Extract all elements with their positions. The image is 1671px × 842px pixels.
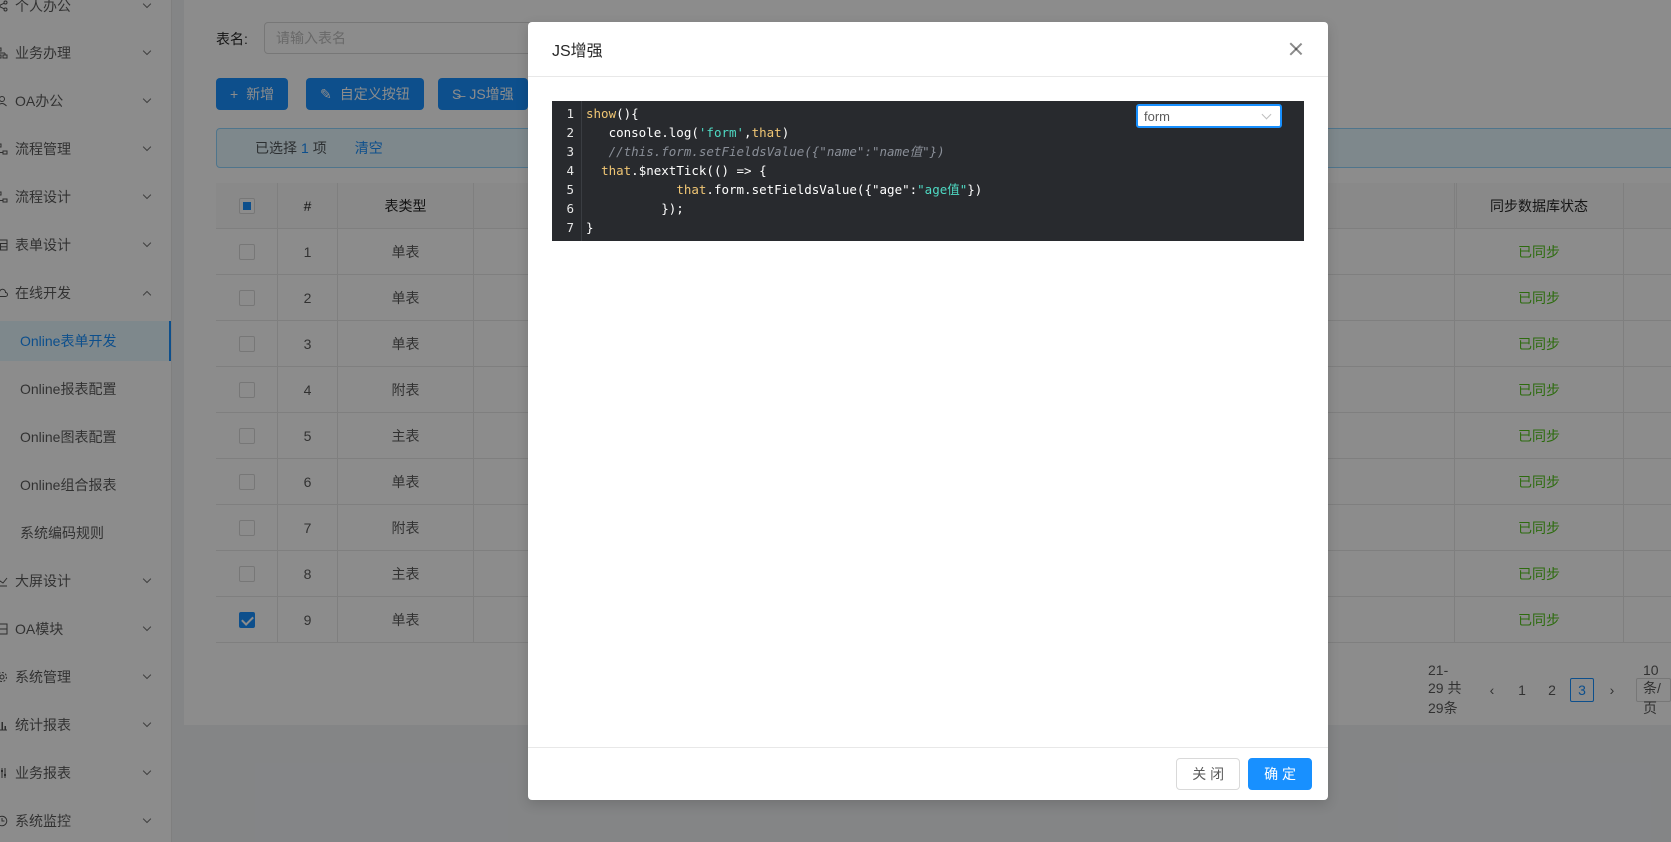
modal-header: JS增强 — [528, 22, 1328, 77]
line-number: 6 — [566, 201, 574, 216]
code-token: console.log( — [586, 125, 699, 140]
line-number: 3 — [566, 144, 574, 159]
close-button[interactable]: 关 闭 — [1176, 758, 1241, 790]
code-line-4: that.$nextTick(() => { — [586, 161, 767, 180]
chevron-down-icon — [1261, 109, 1272, 119]
code-token: ) — [781, 125, 790, 140]
line-number: 5 — [566, 182, 574, 197]
code-token: .$nextTick(() => { — [631, 163, 767, 178]
line-number: 7 — [566, 220, 574, 235]
line-number: 1 — [566, 106, 574, 121]
code-line-5: that.form.setFieldsValue({"age":"age值"}) — [586, 180, 982, 199]
code-line-2: console.log('form',that) — [586, 123, 790, 142]
modal-footer: 关 闭 确 定 — [528, 747, 1328, 800]
js-type-select[interactable]: form — [1136, 104, 1282, 128]
code-token: "age值" — [917, 182, 968, 197]
close-icon[interactable] — [1288, 41, 1304, 57]
js-enhance-modal: JS增强 1 2 3 4 5 6 7 show(){ console.log('… — [528, 22, 1328, 800]
code-token: show — [586, 106, 617, 121]
code-line-6: }); — [586, 201, 684, 216]
code-line-7: } — [586, 220, 594, 235]
code-line-3: //this.form.setFieldsValue({"name":"name… — [586, 144, 945, 159]
code-editor[interactable]: 1 2 3 4 5 6 7 show(){ console.log('form'… — [552, 101, 1304, 241]
line-number: 4 — [566, 163, 574, 178]
code-line-1: show(){ — [586, 104, 639, 123]
line-number: 2 — [566, 125, 574, 140]
code-token: (){ — [616, 106, 639, 121]
code-token: that — [601, 163, 632, 178]
code-token: }) — [967, 182, 983, 197]
modal-title: JS增强 — [552, 43, 603, 60]
code-token: that — [751, 125, 782, 140]
js-type-select-value: form — [1144, 108, 1170, 124]
code-token: , — [744, 125, 752, 140]
code-token: .form.setFieldsValue({"age": — [706, 182, 918, 197]
code-token: that — [676, 182, 707, 197]
confirm-button[interactable]: 确 定 — [1248, 758, 1312, 790]
code-token: 'form' — [698, 125, 745, 140]
line-number-gutter: 1 2 3 4 5 6 7 — [552, 101, 582, 241]
